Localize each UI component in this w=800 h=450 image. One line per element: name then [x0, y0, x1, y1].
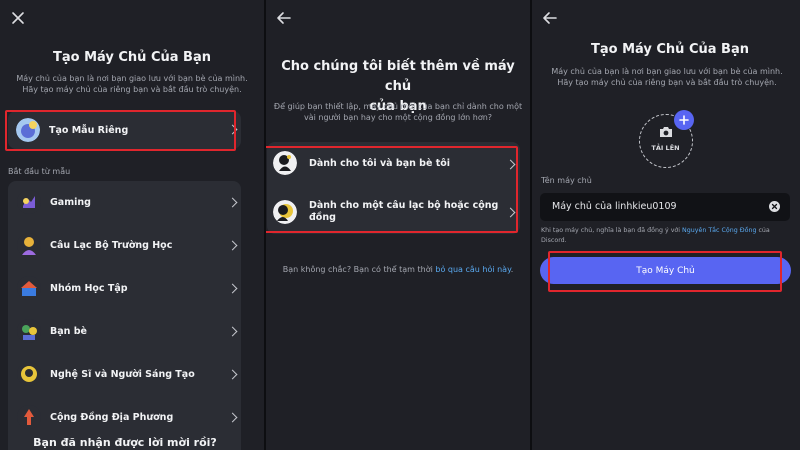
chevron-right-icon	[227, 283, 238, 294]
template-label: Nghệ Sĩ và Người Sáng Tạo	[50, 368, 195, 380]
chevron-right-icon	[227, 412, 238, 423]
template-item[interactable]: Gaming	[8, 181, 241, 224]
page-title: Tạo Máy Chủ Của Bạn	[52, 50, 211, 65]
page-subtitle: Máy chủ của bạn là nơi bạn giao lưu với …	[538, 66, 796, 88]
highlight-box	[5, 110, 236, 151]
close-icon[interactable]	[10, 10, 26, 26]
server-name-input[interactable]: Máy chủ của linhkieu0109	[540, 193, 790, 221]
subtitle-line: Để giúp bạn thiết lập, máy chủ mới của b…	[273, 102, 523, 111]
template-label: Câu Lạc Bộ Trường Học	[50, 239, 173, 251]
template-label: Cộng Đồng Địa Phương	[50, 411, 174, 423]
subtitle-line: Hãy tạo máy chủ của riêng bạn và bắt đầu…	[557, 78, 777, 87]
back-arrow-icon[interactable]	[276, 10, 292, 26]
terms-text: của	[756, 227, 770, 234]
invite-prompt[interactable]: Bạn đã nhận được lời mời rồi?	[0, 436, 250, 449]
gaming-icon	[17, 190, 41, 214]
chevron-right-icon	[227, 240, 238, 251]
template-item[interactable]: Nghệ Sĩ và Người Sáng Tạo	[8, 353, 241, 396]
subtitle-line: Máy chủ của bạn là nơi bạn giao lưu với …	[551, 67, 783, 76]
server-name-label: Tên máy chủ	[541, 176, 592, 185]
chevron-right-icon	[227, 197, 238, 208]
template-list: Gaming Câu Lạc Bộ Trường Học Nhóm Học Tậ…	[8, 181, 241, 450]
skip-question-link[interactable]: bỏ qua câu hỏi này	[435, 265, 510, 274]
template-item[interactable]: Nhóm Học Tập	[8, 267, 241, 310]
highlight-box	[548, 251, 782, 292]
skip-note-text: Bạn không chắc? Bạn có thể tạm thời	[282, 265, 436, 274]
create-server-panel: Tạo Máy Chủ Của Bạn Máy chủ của bạn là n…	[0, 0, 264, 450]
page-title: Tạo Máy Chủ Của Bạn	[590, 42, 749, 57]
page-subtitle: Để giúp bạn thiết lập, máy chủ mới của b…	[270, 101, 526, 123]
create-server-form-panel: Tạo Máy Chủ Của Bạn Máy chủ của bạn là n…	[532, 0, 800, 450]
terms-note: Khi tạo máy chủ, nghĩa là bạn đã đồng ý …	[541, 226, 796, 246]
template-label: Nhóm Học Tập	[50, 282, 128, 294]
subtitle-line: Máy chủ của bạn là nơi bạn giao lưu với …	[16, 74, 248, 83]
template-label: Bạn bè	[50, 325, 87, 337]
artists-creators-icon	[17, 362, 41, 386]
friends-icon	[17, 319, 41, 343]
template-item[interactable]: Cộng Đồng Địa Phương	[8, 396, 241, 439]
template-item[interactable]: Câu Lạc Bộ Trường Học	[8, 224, 241, 267]
clear-input-icon[interactable]	[769, 201, 780, 212]
back-arrow-icon[interactable]	[542, 10, 558, 26]
terms-line: Discord.	[541, 237, 567, 244]
chevron-right-icon	[227, 326, 238, 337]
terms-line: Khi tạo máy chủ, nghĩa là bạn đã đồng ý …	[541, 226, 796, 236]
upload-label: TẢI LÊN	[651, 144, 680, 152]
template-item[interactable]: Bạn bè	[8, 310, 241, 353]
skip-note-suffix: .	[510, 265, 514, 274]
study-group-icon	[17, 276, 41, 300]
school-club-icon	[17, 233, 41, 257]
section-label: Bắt đầu từ mẫu	[8, 167, 71, 176]
title-line: Cho chúng tôi biết thêm về máy chủ	[281, 59, 515, 94]
template-label: Gaming	[50, 196, 91, 208]
subtitle-line: Hãy tạo máy chủ của riêng bạn và bắt đầu…	[22, 85, 242, 94]
chevron-right-icon	[227, 369, 238, 380]
server-name-value: Máy chủ của linhkieu0109	[552, 201, 677, 212]
skip-note: Bạn không chắc? Bạn có thể tạm thời bỏ q…	[266, 265, 530, 274]
local-community-icon	[17, 405, 41, 429]
community-guidelines-link[interactable]: Nguyên Tắc Cộng Đồng	[682, 227, 756, 234]
add-icon[interactable]	[674, 110, 694, 130]
camera-icon	[660, 127, 672, 137]
server-purpose-panel: Cho chúng tôi biết thêm về máy chủ của b…	[266, 0, 530, 450]
terms-text: Khi tạo máy chủ, nghĩa là bạn đã đồng ý …	[541, 227, 683, 234]
highlight-box	[266, 146, 518, 233]
page-subtitle: Máy chủ của bạn là nơi bạn giao lưu với …	[8, 73, 256, 95]
subtitle-line: vài người bạn hay cho một cộng đồng lớn …	[303, 113, 493, 122]
